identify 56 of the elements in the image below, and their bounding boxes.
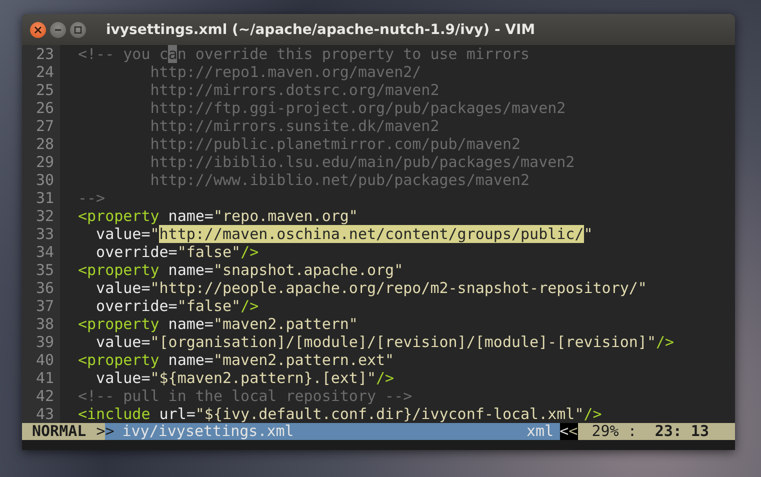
code-line: <include url="${ivy.default.conf.dir}/ivyconf-local.xml"/>	[77, 405, 602, 423]
code-line: <!-- you can override this property to use mirrors	[77, 45, 530, 63]
line-number: 28	[22, 135, 60, 153]
code-line: http://ftp.ggi-project.org/pub/packages/maven2	[149, 99, 566, 117]
code-line: override="false"/>	[95, 243, 259, 261]
close-icon	[34, 26, 42, 34]
maximize-button[interactable]	[70, 22, 86, 38]
code-line: value="${maven2.pattern}.[ext]"/>	[95, 369, 394, 387]
file-type: xml	[526, 423, 554, 440]
code-line: value="http://maven.oschina.net/content/groups/public/"	[95, 225, 593, 243]
line-number: 29	[22, 153, 60, 171]
close-button[interactable]	[30, 22, 46, 38]
code-line: <!-- pull in the local repository -->	[77, 387, 412, 405]
scroll-percent: 29%	[592, 423, 619, 440]
line-number: 27	[22, 117, 60, 135]
code-line: <property name="maven2.pattern.ext"	[77, 351, 394, 369]
line-number: 36	[22, 279, 60, 297]
code-line: value="[organisation]/[module]/[revision]/[module]-[revision]"/>	[95, 333, 674, 351]
colon-separator: :	[628, 423, 637, 440]
cursor-position: 23: 13	[654, 423, 709, 440]
separator-glyph: >	[105, 423, 114, 440]
code-line: http://repo1.maven.org/maven2/	[149, 63, 422, 81]
code-line: <property name="snapshot.apache.org"	[77, 261, 404, 279]
code-line: http://public.planetmirror.com/pub/maven2	[149, 135, 521, 153]
maximize-icon	[74, 26, 82, 34]
code-line: override="false"/>	[95, 297, 259, 315]
separator-glyph: >	[96, 423, 106, 440]
code-line: -->	[77, 189, 106, 207]
mode-indicator: NORMAL	[22, 423, 96, 440]
window-title: ivysettings.xml (~/apache/apache-nutch-1.9/ivy) - VIM	[106, 22, 536, 38]
line-number: 25	[22, 81, 60, 99]
line-number: 41	[22, 369, 60, 387]
line-number: 37	[22, 297, 60, 315]
code-line: value="http://people.apache.org/repo/m2-snapshot-repository/"	[95, 279, 647, 297]
line-number: 43	[22, 405, 60, 423]
line-number: 33	[22, 225, 60, 243]
line-number: 26	[22, 99, 60, 117]
code-line: http://www.ibiblio.net/pub/packages/maven2	[149, 171, 530, 189]
line-number: 34	[22, 243, 60, 261]
line-number: 30	[22, 171, 60, 189]
line-number: 38	[22, 315, 60, 333]
minimize-button[interactable]	[50, 22, 66, 38]
code-line: http://mirrors.dotsrc.org/maven2	[149, 81, 440, 99]
line-number: 40	[22, 351, 60, 369]
code-line: http://mirrors.sunsite.dk/maven2	[149, 117, 440, 135]
line-number: 39	[22, 333, 60, 351]
line-number: 32	[22, 207, 60, 225]
line-number: 35	[22, 261, 60, 279]
code-line: <property name="maven2.pattern"	[77, 315, 358, 333]
line-number: 42	[22, 387, 60, 405]
file-path: ivy/ivysettings.xml	[122, 423, 294, 440]
line-number: 24	[22, 63, 60, 81]
line-number: 23	[22, 45, 60, 63]
line-number: 31	[22, 189, 60, 207]
code-line: http://ibiblio.lsu.edu/main/pub/packages/maven2	[149, 153, 575, 171]
code-line: <property name="repo.maven.org"	[77, 207, 358, 225]
